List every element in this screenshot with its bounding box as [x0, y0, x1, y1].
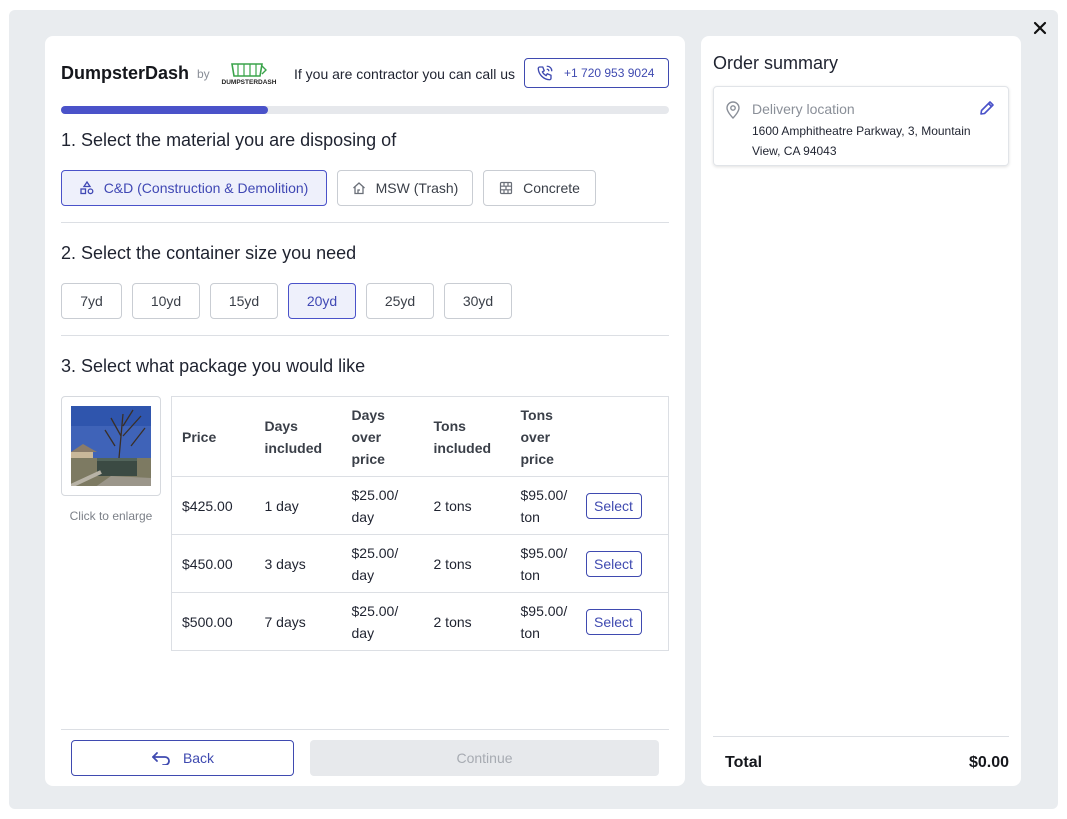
phone-icon [537, 65, 553, 81]
size-20yd-button[interactable]: 20yd [288, 283, 356, 319]
edit-pencil-icon[interactable] [978, 99, 996, 117]
size-label: 10yd [150, 293, 182, 309]
size-label: 20yd [306, 293, 338, 309]
divider [61, 222, 669, 223]
dumpster-photo-thumbnail[interactable] [61, 396, 161, 496]
days-cell: 1 day [254, 476, 342, 535]
step1-title: 1. Select the material you are disposing… [61, 130, 397, 150]
size-30yd-button[interactable]: 30yd [444, 283, 512, 319]
dumpsterdash-logo: DUMPSTERDASH [218, 60, 280, 86]
order-form-panel: DumpsterDash by DUMPSTERDASH If you are … [45, 36, 685, 786]
days-over-cell: $25.00/ day [341, 534, 424, 593]
table-row: $500.00 7 days $25.00/ day 2 tons $95.00… [171, 592, 669, 651]
size-25yd-button[interactable]: 25yd [366, 283, 434, 319]
shapes-icon [80, 181, 94, 195]
price-cell: $500.00 [171, 592, 255, 651]
tons-over-cell: $95.00/ ton [510, 534, 586, 593]
progress-fill [61, 106, 268, 114]
package-table: Price Days included Days over price Tons… [171, 396, 669, 651]
column-header: Days included [254, 396, 342, 477]
step2-title: 2. Select the container size you need [61, 243, 357, 263]
table-row: $425.00 1 day $25.00/ day 2 tons $95.00/… [171, 476, 669, 535]
arrow-back-icon [152, 752, 170, 765]
phone-number: +1 720 953 9024 [564, 66, 655, 80]
select-package-button[interactable]: Select [585, 608, 642, 635]
size-label: 7yd [80, 293, 103, 309]
days-cell: 3 days [254, 534, 342, 593]
material-msw-label: MSW (Trash) [375, 180, 459, 196]
size-10yd-button[interactable]: 10yd [132, 283, 200, 319]
back-button[interactable]: Back [71, 740, 294, 776]
step3-title: 3. Select what package you would like [61, 356, 366, 376]
delivery-location-card: Delivery location 1600 Amphitheatre Park… [713, 86, 1009, 166]
size-label: 15yd [228, 293, 260, 309]
brand-name: DumpsterDash [61, 63, 190, 83]
divider [713, 736, 1009, 737]
back-label: Back [182, 750, 215, 766]
close-icon [1033, 21, 1047, 35]
material-cd-label: C&D (Construction & Demolition) [103, 180, 309, 196]
table-row: $450.00 3 days $25.00/ day 2 tons $95.00… [171, 534, 669, 593]
form-header: DumpsterDash by DUMPSTERDASH If you are … [61, 58, 669, 88]
logo-text: DUMPSTERDASH [222, 79, 277, 86]
delivery-location-label: Delivery location [752, 101, 855, 117]
days-over-cell: $25.00/ day [341, 476, 424, 535]
tons-cell: 2 tons [423, 476, 511, 535]
column-header: Price [171, 396, 255, 477]
column-header: Tons over price [510, 396, 586, 477]
material-cd-button[interactable]: C&D (Construction & Demolition) [61, 170, 327, 206]
select-package-button[interactable]: Select [585, 550, 642, 577]
tons-cell: 2 tons [423, 592, 511, 651]
select-package-button[interactable]: Select [585, 492, 642, 519]
continue-button[interactable]: Continue [310, 740, 659, 776]
total-value: $0.00 [968, 754, 1009, 771]
material-concrete-label: Concrete [523, 180, 580, 196]
material-msw-button[interactable]: MSW (Trash) [337, 170, 473, 206]
price-cell: $425.00 [171, 476, 255, 535]
size-label: 25yd [384, 293, 416, 309]
contractor-text: If you are contractor you can call us [294, 66, 515, 82]
brick-icon [499, 181, 513, 195]
order-summary-panel: Order summary Delivery location 1600 Amp… [701, 36, 1021, 786]
column-header-action [585, 396, 669, 477]
order-summary-title: Order summary [713, 53, 839, 73]
column-header: Tons included [423, 396, 511, 477]
days-over-cell: $25.00/ day [341, 592, 424, 651]
price-cell: $450.00 [171, 534, 255, 593]
tons-over-cell: $95.00/ ton [510, 476, 586, 535]
dumpster-photo [71, 406, 151, 486]
size-15yd-button[interactable]: 15yd [210, 283, 278, 319]
by-label: by [197, 67, 210, 81]
home-recycle-icon [352, 182, 365, 195]
material-concrete-button[interactable]: Concrete [483, 170, 596, 206]
close-button[interactable] [1029, 17, 1051, 39]
divider [61, 335, 669, 336]
table-header-row: Price Days included Days over price Tons… [171, 396, 669, 477]
column-header: Days over price [341, 396, 424, 477]
divider [61, 729, 669, 730]
location-pin-icon [726, 101, 740, 119]
delivery-address: 1600 Amphitheatre Parkway, 3, Mountain V… [752, 124, 971, 158]
total-label: Total [725, 754, 763, 771]
tons-cell: 2 tons [423, 534, 511, 593]
size-label: 30yd [462, 293, 494, 309]
days-cell: 7 days [254, 592, 342, 651]
click-to-enlarge-link[interactable]: Click to enlarge [61, 509, 161, 523]
continue-label: Continue [456, 750, 513, 766]
progress-bar [61, 106, 669, 114]
tons-over-cell: $95.00/ ton [510, 592, 586, 651]
call-phone-button[interactable]: +1 720 953 9024 [524, 58, 669, 88]
size-7yd-button[interactable]: 7yd [61, 283, 122, 319]
